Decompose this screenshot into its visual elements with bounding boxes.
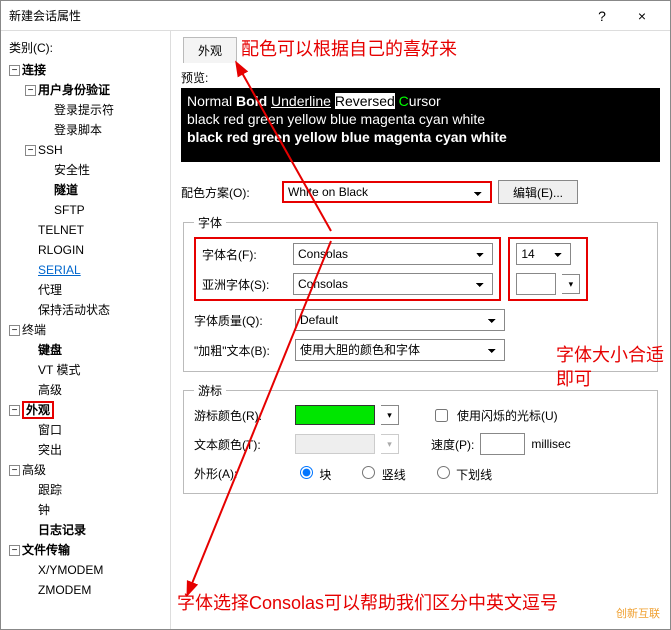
tree-item[interactable]: 代理: [5, 280, 166, 300]
color-scheme-select[interactable]: White on Black: [282, 181, 492, 203]
font-legend: 字体: [194, 214, 226, 231]
shape-vert-radio[interactable]: 竖线: [357, 463, 405, 483]
help-button[interactable]: ?: [582, 8, 622, 24]
titlebar: 新建会话属性 ? ×: [1, 1, 670, 31]
scheme-label: 配色方案(O):: [181, 184, 276, 201]
chevron-down-icon: ▾: [381, 434, 399, 454]
asian-font-label: 亚洲字体(S):: [202, 276, 287, 293]
text-color-swatch[interactable]: [295, 434, 375, 454]
tab-appearance[interactable]: 外观: [183, 37, 237, 63]
tree-item[interactable]: 突出: [5, 440, 166, 460]
tree-item[interactable]: 登录脚本: [5, 120, 166, 140]
asian-font-select[interactable]: Consolas: [293, 273, 493, 295]
tree-item[interactable]: RLOGIN: [5, 240, 166, 260]
category-sidebar: 类别(C): −连接−用户身份验证登录提示符登录脚本−SSH安全性隧道SFTPT…: [1, 31, 171, 629]
close-button[interactable]: ×: [622, 8, 662, 24]
tree-item[interactable]: −终端: [5, 320, 166, 340]
tree-item[interactable]: −外观: [5, 400, 166, 420]
font-fieldset: 字体 字体名(F): Consolas 亚洲字体(S): Consolas 14: [183, 214, 658, 372]
bold-text-label: "加粗"文本(B):: [194, 342, 289, 359]
tree-item[interactable]: 安全性: [5, 160, 166, 180]
tree-item[interactable]: 跟踪: [5, 480, 166, 500]
speed-input[interactable]: [480, 433, 525, 455]
shape-block-radio[interactable]: 块: [295, 463, 331, 483]
speed-unit: millisec: [531, 437, 570, 451]
tree-item[interactable]: −SSH: [5, 140, 166, 160]
tree-item[interactable]: 键盘: [5, 340, 166, 360]
tree-item[interactable]: SFTP: [5, 200, 166, 220]
tree-item[interactable]: X/YMODEM: [5, 560, 166, 580]
asian-font-size-input[interactable]: [516, 273, 556, 295]
tree-item[interactable]: 窗口: [5, 420, 166, 440]
tab-row: 外观: [181, 31, 660, 63]
text-color-label: 文本颜色(T):: [194, 436, 289, 453]
main-panel: 外观 预览: Normal Bold Underline Reversed Cu…: [171, 31, 670, 629]
tree-item[interactable]: −用户身份验证: [5, 80, 166, 100]
dialog-window: 新建会话属性 ? × 类别(C): −连接−用户身份验证登录提示符登录脚本−SS…: [0, 0, 671, 630]
preview-box: Normal Bold Underline Reversed Cursor bl…: [181, 88, 660, 162]
tree-item[interactable]: −高级: [5, 460, 166, 480]
font-quality-select[interactable]: Default: [295, 309, 505, 331]
tree-item[interactable]: ZMODEM: [5, 580, 166, 600]
font-size-select[interactable]: 14: [516, 243, 571, 265]
chevron-down-icon[interactable]: ▾: [381, 405, 399, 425]
cursor-shape-label: 外形(A):: [194, 465, 289, 482]
font-name-label: 字体名(F):: [202, 246, 287, 263]
tree-item[interactable]: TELNET: [5, 220, 166, 240]
chevron-down-icon[interactable]: ▾: [562, 274, 580, 294]
tree-item[interactable]: 保持活动状态: [5, 300, 166, 320]
use-blink-label: 使用闪烁的光标(U): [457, 407, 558, 424]
tree-item[interactable]: −文件传输: [5, 540, 166, 560]
tree-item[interactable]: 登录提示符: [5, 100, 166, 120]
font-quality-label: 字体质量(Q):: [194, 312, 289, 329]
window-title: 新建会话属性: [9, 7, 582, 24]
tree-item[interactable]: −连接: [5, 60, 166, 80]
tree-item[interactable]: SERIAL: [5, 260, 166, 280]
cursor-fieldset: 游标 游标颜色(R): ▾ 使用闪烁的光标(U) 文本颜色(T): ▾ 速度(P…: [183, 382, 658, 494]
tree-item[interactable]: 钟: [5, 500, 166, 520]
category-tree[interactable]: −连接−用户身份验证登录提示符登录脚本−SSH安全性隧道SFTPTELNETRL…: [1, 60, 170, 600]
watermark: 创新互联: [612, 603, 664, 623]
tree-item[interactable]: VT 模式: [5, 360, 166, 380]
category-label: 类别(C):: [1, 35, 170, 60]
preview-label: 预览:: [181, 69, 660, 86]
speed-label: 速度(P):: [431, 436, 474, 453]
edit-scheme-button[interactable]: 编辑(E)...: [498, 180, 578, 204]
font-name-select[interactable]: Consolas: [293, 243, 493, 265]
tree-item[interactable]: 高级: [5, 380, 166, 400]
tree-item[interactable]: 隧道: [5, 180, 166, 200]
tree-item[interactable]: 日志记录: [5, 520, 166, 540]
shape-under-radio[interactable]: 下划线: [432, 463, 492, 483]
cursor-legend: 游标: [194, 382, 226, 399]
cursor-color-label: 游标颜色(R):: [194, 407, 289, 424]
cursor-color-swatch[interactable]: [295, 405, 375, 425]
use-blink-checkbox[interactable]: [435, 409, 448, 422]
bold-text-select[interactable]: 使用大胆的颜色和字体: [295, 339, 505, 361]
annotation-3: 字体选择Consolas可以帮助我们区分中英文逗号: [177, 589, 558, 615]
